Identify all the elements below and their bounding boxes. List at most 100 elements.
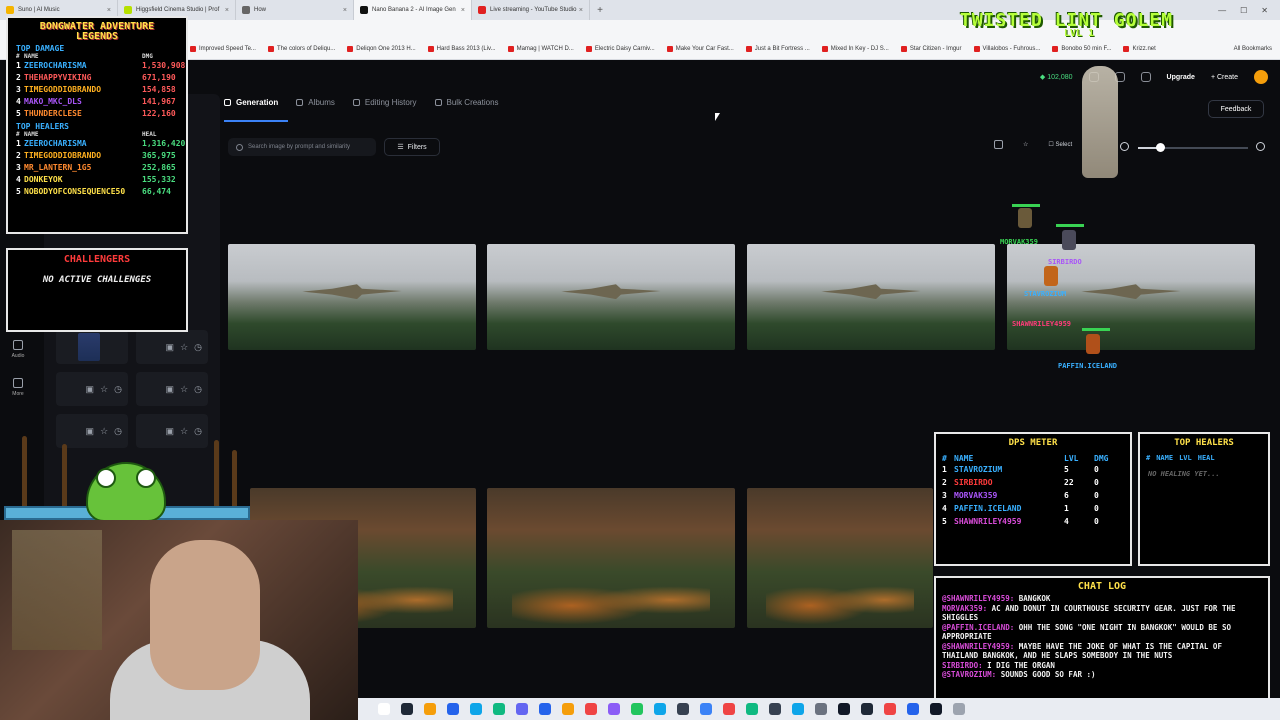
tab-editing-history[interactable]: Editing History — [352, 98, 417, 107]
tab-bulk-creations[interactable]: Bulk Creations — [434, 98, 499, 107]
taskbar-app-icon[interactable] — [631, 703, 643, 715]
taskbar-app-icon[interactable] — [769, 703, 781, 715]
copy-icon[interactable]: ◷ — [194, 426, 202, 437]
zoom-slider-handle[interactable] — [1156, 143, 1165, 152]
taskbar-app-icon[interactable] — [447, 703, 459, 715]
thumbnail-slot[interactable]: ▣ ☆ ◷ — [56, 372, 128, 406]
new-tab-button[interactable]: + — [590, 5, 610, 16]
thumbnail-slot[interactable]: ▣ ☆ ◷ — [136, 330, 208, 364]
generated-image[interactable] — [747, 244, 995, 350]
create-button[interactable]: + Create — [1211, 74, 1238, 81]
star-icon[interactable]: ☆ — [180, 342, 188, 353]
star-icon[interactable]: ☆ — [100, 426, 108, 437]
layout-icon[interactable] — [994, 140, 1003, 149]
favorites-star-icon[interactable]: ☆ — [1023, 141, 1028, 148]
taskbar-app-icon[interactable] — [516, 703, 528, 715]
taskbar-app-icon[interactable] — [930, 703, 942, 715]
taskbar-app-icon[interactable] — [884, 703, 896, 715]
tab-close-icon[interactable]: × — [225, 7, 229, 14]
bookmark-item[interactable]: Krizz.net — [1123, 45, 1156, 52]
taskbar-app-icon[interactable] — [677, 703, 689, 715]
copy-icon[interactable]: ◷ — [194, 342, 202, 353]
user-avatar[interactable] — [1254, 70, 1268, 84]
taskbar-app-icon[interactable] — [746, 703, 758, 715]
taskbar-app-icon[interactable] — [562, 703, 574, 715]
search-input[interactable]: Search image by prompt and similarity — [228, 138, 376, 156]
tab-albums[interactable]: Albums — [296, 98, 335, 107]
select-button[interactable]: ☐ Select — [1048, 141, 1072, 148]
bookmark-item[interactable]: Make Your Car Fast... — [666, 45, 734, 52]
taskbar-app-icon[interactable] — [953, 703, 965, 715]
bookmark-item[interactable]: Mixed In Key - DJ S... — [821, 45, 889, 52]
browser-tab[interactable]: How × — [236, 0, 354, 20]
taskbar-app-icon[interactable] — [378, 703, 390, 715]
browser-tab[interactable]: Nano Banana 2 - AI Image Gen × — [354, 0, 472, 20]
taskbar-app-icon[interactable] — [723, 703, 735, 715]
bookmark-item[interactable]: Just a Bit Fortress ... — [745, 45, 810, 52]
copy-icon[interactable]: ◷ — [194, 384, 202, 395]
col-name: NAME — [954, 454, 974, 463]
col-name: NAME — [1156, 454, 1174, 462]
filters-button[interactable]: ☰ Filters — [384, 138, 440, 156]
tab-close-icon[interactable]: × — [579, 7, 583, 14]
player-level: 4 — [1064, 517, 1069, 526]
bookmark-item[interactable]: Deliqon One 2013 H... — [347, 45, 416, 52]
bookmark-item[interactable]: Electric Daisy Carniv... — [585, 45, 655, 52]
browser-tab[interactable]: Live streaming - YouTube Studio × — [472, 0, 590, 20]
frog-eye — [96, 468, 116, 488]
bookmark-item[interactable]: Villalobos - Fuhrous... — [973, 45, 1040, 52]
zoom-out-icon[interactable] — [1120, 142, 1129, 151]
copy-icon[interactable]: ◷ — [114, 384, 122, 395]
taskbar-app-icon[interactable] — [470, 703, 482, 715]
minimize-icon[interactable]: — — [1218, 6, 1226, 15]
taskbar-app-icon[interactable] — [424, 703, 436, 715]
bookmark-item[interactable]: The colors of Deliqu... — [267, 45, 335, 52]
tab-close-icon[interactable]: × — [461, 7, 465, 14]
close-window-icon[interactable]: ✕ — [1261, 6, 1268, 15]
thumbnail-slot[interactable]: ▣ ☆ ◷ — [56, 414, 128, 448]
star-icon[interactable]: ☆ — [180, 426, 188, 437]
taskbar-app-icon[interactable] — [838, 703, 850, 715]
zoom-in-icon[interactable] — [1256, 142, 1265, 151]
taskbar-app-icon[interactable] — [861, 703, 873, 715]
star-icon[interactable]: ☆ — [180, 384, 188, 395]
copy-icon[interactable]: ◷ — [114, 426, 122, 437]
upgrade-button[interactable]: Upgrade — [1167, 74, 1195, 81]
bookmark-favicon-icon — [190, 45, 196, 52]
generated-image[interactable] — [747, 488, 933, 628]
all-bookmarks-button[interactable]: All Bookmarks — [1234, 46, 1280, 52]
taskbar-app-icon[interactable] — [792, 703, 804, 715]
bookmark-item[interactable]: Star Citizen - Imgur — [900, 45, 962, 52]
taskbar-app-icon[interactable] — [654, 703, 666, 715]
reference-photo[interactable] — [56, 330, 128, 364]
bookmark-item[interactable]: Mamag | WATCH D... — [507, 45, 574, 52]
taskbar-app-icon[interactable] — [539, 703, 551, 715]
bookmark-item[interactable]: Hard Bass 2013 (Liv... — [427, 45, 496, 52]
taskbar-app-icon[interactable] — [815, 703, 827, 715]
generated-image[interactable] — [487, 244, 735, 350]
sidebar-item-audio[interactable]: Audio — [0, 330, 36, 368]
generated-image[interactable] — [228, 244, 476, 350]
taskbar-app-icon[interactable] — [608, 703, 620, 715]
taskbar-app-icon[interactable] — [585, 703, 597, 715]
taskbar-app-icon[interactable] — [700, 703, 712, 715]
generated-image[interactable] — [487, 488, 735, 628]
tab-generation[interactable]: Generation — [224, 98, 278, 107]
thumbnail-slot[interactable]: ▣ ☆ ◷ — [136, 372, 208, 406]
tab-favicon-icon — [360, 6, 368, 14]
taskbar-app-icon[interactable] — [907, 703, 919, 715]
star-icon[interactable]: ☆ — [100, 384, 108, 395]
tab-close-icon[interactable]: × — [107, 7, 111, 14]
taskbar-app-icon[interactable] — [493, 703, 505, 715]
rank: 5 — [16, 187, 21, 196]
sidebar-item-more[interactable]: More — [0, 368, 36, 406]
thumbnail-slot[interactable]: ▣ ☆ ◷ — [136, 414, 208, 448]
bookmark-item[interactable]: Bonobo 50 min F... — [1052, 45, 1111, 52]
taskbar-app-icon[interactable] — [401, 703, 413, 715]
tab-close-icon[interactable]: × — [343, 7, 347, 14]
bookmark-item[interactable]: Improved Speed Te... — [190, 45, 256, 52]
maximize-icon[interactable]: ☐ — [1240, 6, 1247, 15]
damage-row: 3 TIMEGODDIOBRANDO 154,858 — [8, 84, 186, 96]
feedback-button[interactable]: Feedback — [1208, 100, 1264, 118]
gift-icon[interactable] — [1140, 72, 1151, 82]
